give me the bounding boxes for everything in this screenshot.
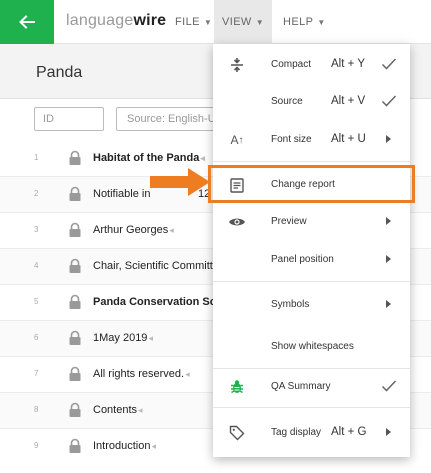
segment-text: Panda Conservation Sche: [93, 296, 229, 308]
caret-down-icon: ▼: [203, 17, 213, 27]
lock-icon: [69, 330, 81, 345]
segment-number: 9: [34, 441, 39, 450]
menu-item-symbols[interactable]: Symbols: [213, 287, 410, 323]
submenu-arrow-icon: [386, 255, 391, 263]
menu-item-font-size[interactable]: A ↑ Font size Alt + U: [213, 122, 410, 158]
checkmark-icon: [381, 380, 397, 392]
segment-text: Chair, Scientific Committe: [93, 260, 219, 272]
submenu-arrow-icon: [386, 217, 391, 225]
lock-icon: [69, 222, 81, 237]
menu-view[interactable]: VIEW ▼: [214, 0, 273, 44]
menu-divider: [213, 407, 410, 408]
menu-item-qa-summary[interactable]: QA Summary: [213, 369, 410, 405]
panel-title: Panda: [36, 64, 83, 81]
menu-item-tag-display[interactable]: Tag display Alt + G: [213, 415, 410, 451]
segment-number: 1: [34, 153, 39, 162]
eye-icon: [228, 213, 246, 231]
caret-down-icon: ▼: [317, 17, 326, 27]
submenu-arrow-icon: [386, 428, 391, 436]
segment-text: Arthur Georges◂: [93, 224, 174, 236]
menu-item-preview[interactable]: Preview: [213, 204, 410, 240]
segment-number: 5: [34, 297, 39, 306]
caret-down-icon: ▼: [255, 17, 265, 27]
menu-item-panel-position[interactable]: Panel position: [213, 242, 410, 278]
id-filter-input[interactable]: ID: [34, 107, 104, 131]
segment-text: All rights reserved.◂: [93, 368, 190, 380]
tag-icon: [228, 424, 246, 442]
lock-icon: [69, 150, 81, 165]
segment-text: 1May 2019◂: [93, 332, 153, 344]
segment-number: 8: [34, 405, 39, 414]
lock-icon: [69, 366, 81, 381]
bug-icon: [228, 378, 246, 396]
lock-icon: [69, 258, 81, 273]
languagewire-logo: languagewire: [66, 12, 167, 29]
menu-file[interactable]: FILE ▼: [167, 0, 220, 44]
top-bar: languagewire FILE ▼ VIEW ▼ HELP ▼: [0, 0, 431, 44]
lock-icon: [69, 402, 81, 417]
segment-number: 2: [34, 189, 39, 198]
arrow-right-icon: [150, 168, 210, 196]
arrow-left-icon: [19, 15, 35, 29]
lock-icon: [69, 186, 81, 201]
segment-number: 7: [34, 369, 39, 378]
checkmark-icon: [381, 95, 397, 107]
lock-icon: [69, 294, 81, 309]
segment-number: 4: [34, 261, 39, 270]
segment-number: 6: [34, 333, 39, 342]
font-size-icon: A ↑: [230, 133, 244, 147]
submenu-arrow-icon: [386, 300, 391, 308]
lock-icon: [69, 438, 81, 453]
compact-icon: [228, 56, 246, 74]
menu-item-compact[interactable]: Compact Alt + Y: [213, 47, 410, 83]
back-button[interactable]: [0, 0, 54, 44]
bottom-spacer: [0, 457, 431, 473]
change-report-highlight-box: [208, 165, 415, 203]
segment-text: Notifiable in: [93, 188, 151, 200]
menu-item-show-whitespaces[interactable]: Show whitespaces: [213, 329, 410, 365]
menu-help[interactable]: HELP ▼: [275, 0, 334, 44]
view-menu-dropdown: Compact Alt + Y Source Alt + V A ↑ Font s…: [213, 44, 410, 457]
menu-divider: [213, 281, 410, 282]
segment-number: 3: [34, 225, 39, 234]
checkmark-icon: [381, 58, 397, 70]
menu-divider: [213, 161, 410, 162]
submenu-arrow-icon: [386, 135, 391, 143]
segment-text: Introduction◂: [93, 440, 157, 452]
segment-text: Habitat of the Panda◂: [93, 152, 205, 164]
segment-text: Contents◂: [93, 404, 143, 416]
menu-item-source[interactable]: Source Alt + V: [213, 84, 410, 120]
